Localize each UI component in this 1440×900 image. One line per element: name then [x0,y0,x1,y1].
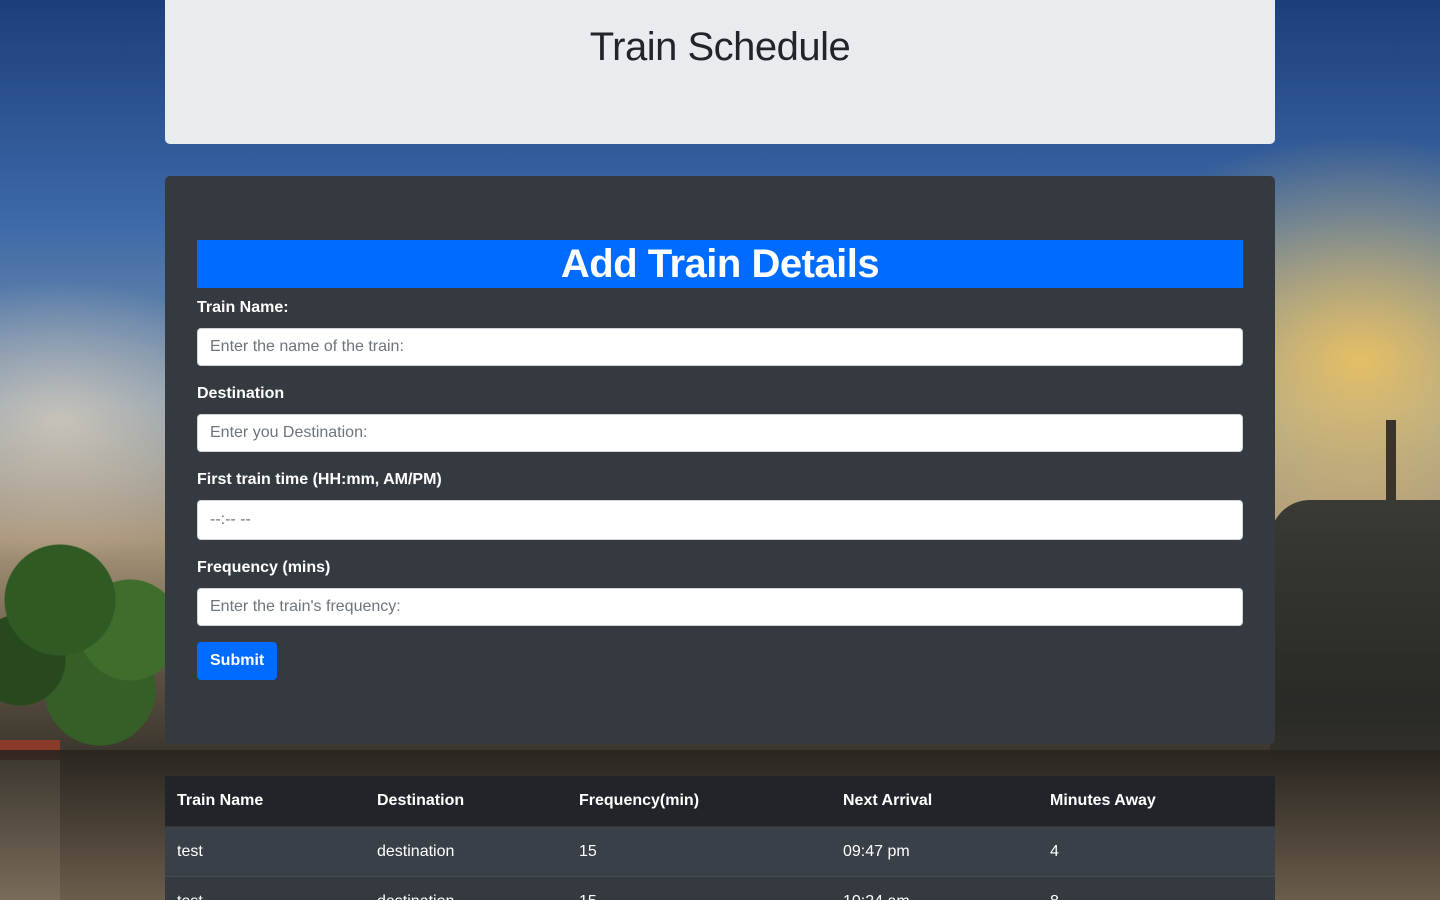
table-header-row: Train Name Destination Frequency(min) Ne… [165,776,1275,827]
submit-button[interactable]: Submit [197,642,278,680]
column-header: Frequency(min) [567,776,831,827]
background-smokestack [1386,420,1396,510]
page-title: Train Schedule [589,25,851,69]
destination-label: Destination [197,385,285,402]
first-train-time-input[interactable]: --:-- -- [197,500,1243,540]
column-header: Next Arrival [831,776,1038,827]
train-form: Add Train Details Train Name: Destinatio… [197,240,1243,680]
table-cell: test [165,826,365,877]
table-cell: 10:24 am [831,876,1038,900]
train-name-label: Train Name: [197,299,289,316]
column-header: Destination [365,776,567,827]
train-form-panel: Add Train Details Train Name: Destinatio… [165,176,1275,744]
schedule-table: Train Name Destination Frequency(min) Ne… [165,776,1275,900]
form-heading: Add Train Details [197,240,1243,288]
table-cell: 09:47 pm [831,826,1038,877]
column-header: Train Name [165,776,365,827]
frequency-label: Frequency (mins) [197,559,331,576]
table-cell: 15 [567,876,831,900]
frequency-input[interactable] [197,588,1243,626]
table-cell: 8 [1038,876,1275,900]
column-header: Minutes Away [1038,776,1275,827]
table-row: test destination 15 10:24 am 8 [165,876,1275,900]
first-train-time-label: First train time (HH:mm, AM/PM) [197,471,442,488]
page-header: Train Schedule [165,0,1275,144]
destination-input[interactable] [197,414,1243,452]
table-cell: destination [365,876,567,900]
table-cell: 15 [567,826,831,877]
table-cell: 4 [1038,826,1275,877]
table-row: test destination 15 09:47 pm 4 [165,826,1275,877]
table-cell: destination [365,826,567,877]
schedule-table-container: Train Name Destination Frequency(min) Ne… [165,776,1275,900]
table-cell: test [165,876,365,900]
train-name-input[interactable] [197,328,1243,366]
